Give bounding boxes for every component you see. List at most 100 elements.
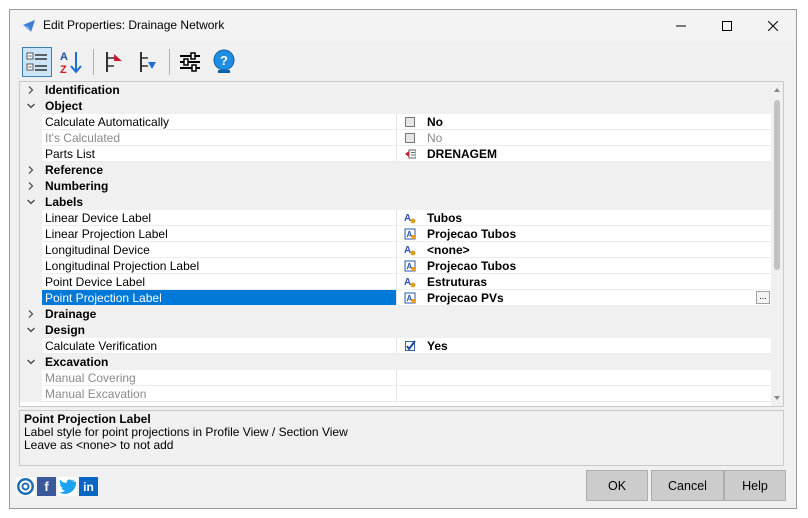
twitter-icon (59, 479, 76, 494)
svg-text:Z: Z (60, 64, 67, 75)
property-value-cell[interactable]: Yes (398, 338, 772, 354)
category-row[interactable]: Numbering (20, 178, 772, 194)
close-icon (768, 20, 778, 31)
chevron-down-icon[interactable] (25, 322, 37, 338)
settings-button[interactable] (175, 47, 205, 77)
projection-label-icon: A (404, 260, 416, 272)
sort-alphabetical-button[interactable]: A Z (56, 47, 86, 77)
property-row[interactable]: Calculate Automatically No (20, 114, 772, 130)
category-row[interactable]: Excavation (20, 354, 772, 370)
category-row[interactable]: Object (20, 98, 772, 114)
help-button[interactable]: Help (724, 470, 786, 501)
row-gutter (20, 386, 42, 402)
property-name[interactable]: Parts List (42, 146, 397, 162)
scroll-up-icon[interactable] (771, 84, 783, 96)
property-row[interactable]: Point Projection Label A Projecao PVs... (20, 290, 772, 306)
svg-text:A: A (404, 213, 411, 224)
categorized-list-icon (26, 52, 47, 71)
property-value-cell[interactable]: A Projecao Tubos (398, 226, 772, 242)
category-row[interactable]: Labels (20, 194, 772, 210)
linkedin-icon: in (83, 479, 94, 494)
property-name[interactable]: Manual Excavation (42, 386, 397, 402)
property-value-cell[interactable]: A Projecao Tubos (398, 258, 772, 274)
property-row[interactable]: It's Calculated No (20, 130, 772, 146)
property-name[interactable]: Point Device Label (42, 274, 397, 290)
property-name[interactable]: Linear Projection Label (42, 226, 397, 242)
window-title: Edit Properties: Drainage Network (43, 18, 225, 32)
category-row[interactable]: Drainage (20, 306, 772, 322)
move-up-button[interactable] (99, 47, 129, 77)
property-row[interactable]: Calculate Verification Yes (20, 338, 772, 354)
property-name[interactable]: It's Calculated (42, 130, 397, 146)
property-name[interactable]: Manual Covering (42, 370, 397, 386)
chevron-right-icon[interactable] (25, 306, 37, 322)
vertical-scrollbar[interactable] (771, 82, 783, 406)
property-row[interactable]: Manual Excavation (20, 386, 772, 402)
property-value-cell[interactable] (398, 386, 772, 402)
property-value-cell[interactable]: DRENAGEM (398, 146, 772, 162)
property-row[interactable]: Point Device Label A Estruturas (20, 274, 772, 290)
property-row[interactable]: Manual Covering (20, 370, 772, 386)
property-name[interactable]: Linear Device Label (42, 210, 397, 226)
facebook-link[interactable]: f (37, 477, 56, 496)
minimize-button[interactable] (658, 10, 704, 41)
property-value-cell[interactable]: A Projecao PVs... (398, 290, 772, 306)
chevron-down-icon[interactable] (25, 98, 37, 114)
row-gutter (20, 274, 42, 290)
minimize-icon (676, 25, 686, 26)
twitter-link[interactable] (58, 477, 77, 496)
maximize-button[interactable] (704, 10, 750, 41)
row-gutter (20, 290, 42, 306)
website-link[interactable] (16, 477, 35, 496)
property-name[interactable]: Calculate Automatically (42, 114, 397, 130)
description-line: Leave as <none> to not add (24, 438, 174, 452)
scroll-down-icon[interactable] (771, 392, 783, 404)
category-row[interactable]: Design (20, 322, 772, 338)
property-row[interactable]: Linear Device Label A Tubos (20, 210, 772, 226)
property-name[interactable]: Longitudinal Projection Label (42, 258, 397, 274)
property-name[interactable]: Longitudinal Device (42, 242, 397, 258)
property-value-cell[interactable]: No (398, 130, 772, 146)
projection-label-icon: A (404, 228, 416, 240)
ok-button[interactable]: OK (586, 470, 648, 501)
browse-button[interactable]: ... (756, 291, 770, 304)
row-gutter (20, 146, 42, 162)
property-row[interactable]: Linear Projection Label A Projecao Tubos (20, 226, 772, 242)
property-value-cell[interactable]: A Estruturas (398, 274, 772, 290)
category-row[interactable]: Identification (20, 82, 772, 98)
category-label: Identification (45, 83, 120, 97)
property-value: Projecao Tubos (427, 227, 517, 241)
chevron-right-icon[interactable] (25, 162, 37, 178)
label-style-icon: A (404, 244, 416, 256)
property-row[interactable]: Longitudinal Projection Label A Projecao T… (20, 258, 772, 274)
row-gutter (20, 258, 42, 274)
edit-properties-window: Edit Properties: Drainage Network A Z ? … (9, 9, 797, 509)
property-value-cell[interactable]: A <none> (398, 242, 772, 258)
property-value: No (427, 131, 443, 145)
property-name[interactable]: Point Projection Label (42, 290, 397, 306)
move-down-button[interactable] (133, 47, 163, 77)
linkedin-link[interactable]: in (79, 477, 98, 496)
svg-text:A: A (407, 262, 413, 271)
category-row[interactable]: Reference (20, 162, 772, 178)
chevron-down-icon[interactable] (25, 354, 37, 370)
cancel-button[interactable]: Cancel (651, 470, 724, 501)
chevron-right-icon[interactable] (25, 82, 37, 98)
property-value: Estruturas (427, 275, 488, 289)
property-name[interactable]: Calculate Verification (42, 338, 397, 354)
property-value: DRENAGEM (427, 147, 498, 161)
property-value: <none> (427, 243, 470, 257)
categorized-view-button[interactable] (22, 47, 52, 77)
projection-label-icon: A (404, 292, 416, 304)
property-row[interactable]: Parts List DRENAGEM (20, 146, 772, 162)
property-row[interactable]: Longitudinal Device A <none> (20, 242, 772, 258)
property-value-cell[interactable]: No (398, 114, 772, 130)
scrollbar-thumb[interactable] (774, 100, 780, 270)
chevron-right-icon[interactable] (25, 178, 37, 194)
chevron-down-icon[interactable] (25, 194, 37, 210)
close-button[interactable] (750, 10, 796, 41)
property-value-cell[interactable]: A Tubos (398, 210, 772, 226)
property-value-cell[interactable] (398, 370, 772, 386)
help-button-toolbar[interactable]: ? (209, 47, 239, 77)
row-gutter (20, 370, 42, 386)
